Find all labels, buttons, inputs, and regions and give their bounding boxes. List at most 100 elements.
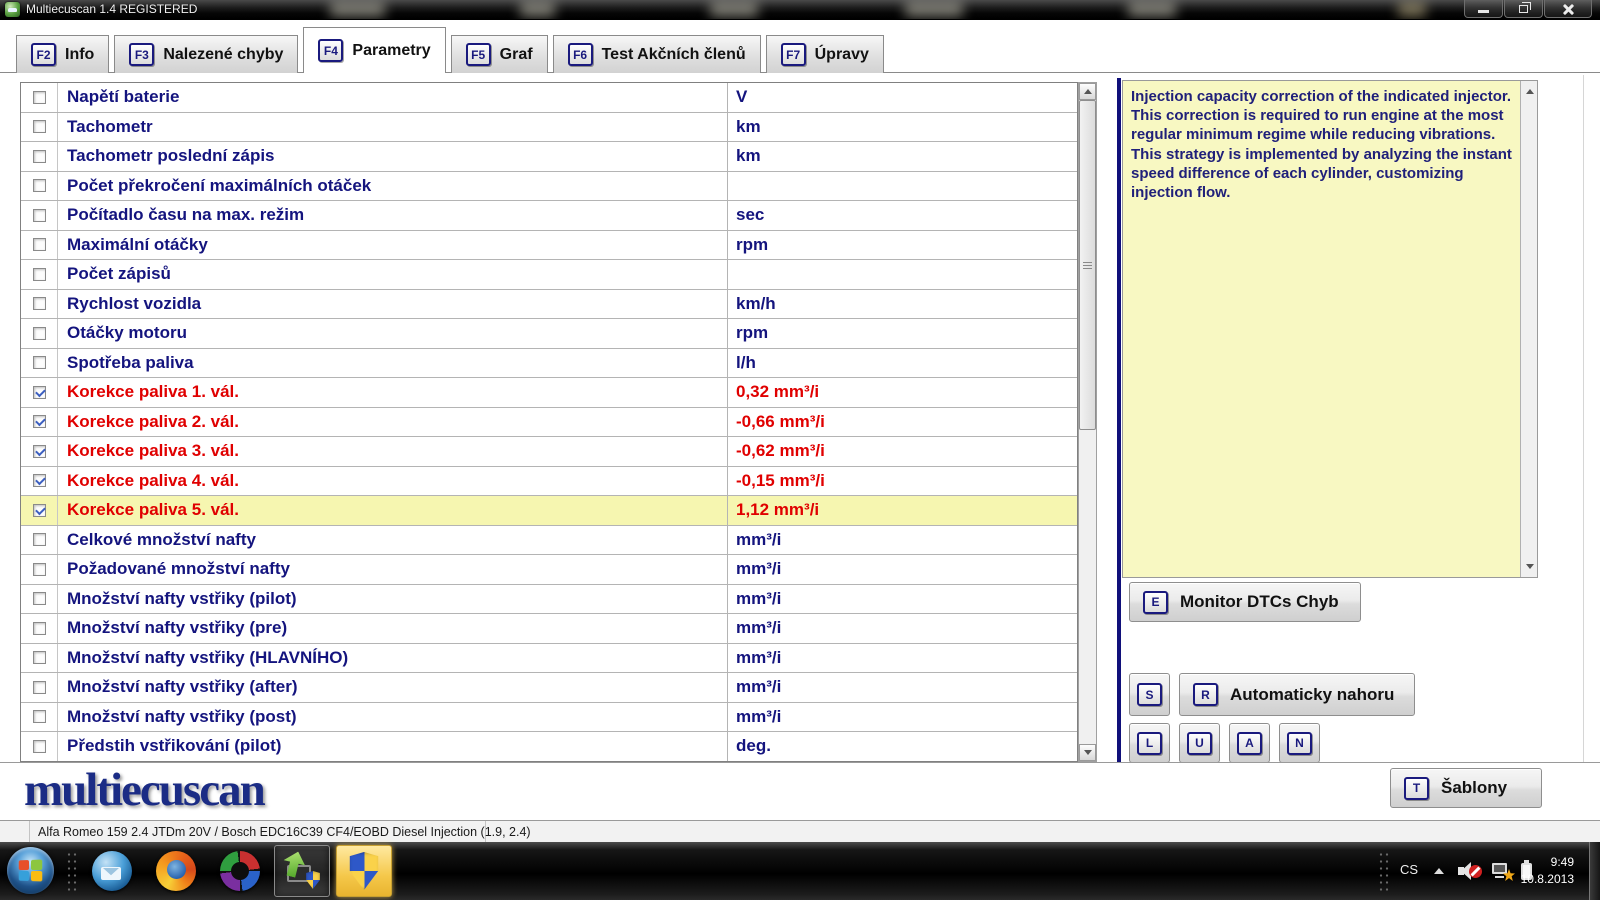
- checkbox-unchecked[interactable]: [33, 120, 46, 133]
- param-value: V: [727, 83, 1077, 112]
- scroll-down-icon[interactable]: [1079, 744, 1096, 761]
- checkbox-unchecked[interactable]: [33, 327, 46, 340]
- checkbox-unchecked[interactable]: [33, 563, 46, 576]
- checkbox-unchecked[interactable]: [33, 740, 46, 753]
- sablony-button[interactable]: T Šablony: [1390, 768, 1542, 808]
- checkbox-unchecked[interactable]: [33, 681, 46, 694]
- table-row[interactable]: Napětí baterieV: [21, 83, 1077, 113]
- volume-muted-icon[interactable]: [1458, 862, 1480, 880]
- table-row[interactable]: Množství nafty vstřiky (pilot)mm³/i: [21, 585, 1077, 615]
- taskbar-multiecuscan-button[interactable]: [336, 845, 392, 897]
- table-row[interactable]: Množství nafty vstřiky (pre)mm³/i: [21, 614, 1077, 644]
- table-row[interactable]: Požadované množství naftymm³/i: [21, 555, 1077, 585]
- table-row[interactable]: Korekce paliva 3. vál.-0,62 mm³/i: [21, 437, 1077, 467]
- checkbox-checked[interactable]: [33, 386, 46, 399]
- uac-shield-mini-icon: [305, 871, 321, 889]
- parameter-table: Napětí baterieVTachometrkmTachometr posl…: [20, 82, 1078, 762]
- taskbar-color-ring-button[interactable]: [212, 845, 268, 897]
- language-indicator[interactable]: CS: [1400, 862, 1418, 877]
- checkbox-unchecked[interactable]: [33, 297, 46, 310]
- s-button[interactable]: S: [1129, 673, 1170, 716]
- checkbox-unchecked[interactable]: [33, 533, 46, 546]
- tray-clock[interactable]: 9:49 10.8.2013: [1494, 854, 1574, 889]
- minimize-icon: [1478, 10, 1489, 13]
- checkbox-checked[interactable]: [33, 474, 46, 487]
- close-button[interactable]: [1544, 0, 1592, 18]
- n-button[interactable]: N: [1279, 723, 1320, 763]
- param-name: Množství nafty vstřiky (post): [58, 703, 727, 732]
- param-value: mm³/i: [727, 673, 1077, 702]
- checkbox-unchecked[interactable]: [33, 268, 46, 281]
- table-row[interactable]: Množství nafty vstřiky (post)mm³/i: [21, 703, 1077, 733]
- show-desktop-button[interactable]: [1589, 842, 1600, 900]
- tab-label: Úpravy: [815, 46, 869, 64]
- scroll-up-icon[interactable]: [1521, 83, 1538, 100]
- param-value: sec: [727, 201, 1077, 230]
- app-icon: [5, 2, 20, 17]
- scroll-up-icon[interactable]: [1079, 83, 1096, 100]
- tab-nalezene-chyby[interactable]: F3Nalezené chyby: [114, 35, 298, 73]
- tab-info[interactable]: F2Info: [16, 35, 109, 73]
- tab-graf[interactable]: F5Graf: [451, 35, 548, 73]
- taskbar-firefox-button[interactable]: [148, 845, 204, 897]
- table-row[interactable]: Maximální otáčkyrpm: [21, 231, 1077, 261]
- checkbox-checked[interactable]: [33, 504, 46, 517]
- checkbox-unchecked[interactable]: [33, 238, 46, 251]
- table-scrollbar[interactable]: [1078, 82, 1097, 762]
- start-button[interactable]: [7, 847, 54, 894]
- restore-button[interactable]: [1504, 0, 1543, 18]
- table-row[interactable]: Množství nafty vstřiky (after)mm³/i: [21, 673, 1077, 703]
- aero-glare: [710, 2, 758, 17]
- description-text: Injection capacity correction of the ind…: [1131, 87, 1513, 202]
- table-row[interactable]: Spotřeba palival/h: [21, 349, 1077, 379]
- table-row[interactable]: Množství nafty vstřiky (HLAVNÍHO)mm³/i: [21, 644, 1077, 674]
- tab-parametry[interactable]: F4Parametry: [303, 27, 445, 73]
- l-button[interactable]: L: [1129, 723, 1170, 763]
- taskbar-grip: [66, 851, 78, 891]
- scrollbar-thumb[interactable]: [1079, 100, 1096, 430]
- monitor-dtcs-button[interactable]: E Monitor DTCs Chyb: [1129, 582, 1361, 622]
- tab-test-akcnich-clenu[interactable]: F6Test Akčních členů: [553, 35, 761, 73]
- checkbox-unchecked[interactable]: [33, 179, 46, 192]
- checkbox-unchecked[interactable]: [33, 356, 46, 369]
- tab-upravy[interactable]: F7Úpravy: [766, 35, 884, 73]
- table-row[interactable]: Korekce paliva 1. vál.0,32 mm³/i: [21, 378, 1077, 408]
- table-row[interactable]: Počet překročení maximálních otáček: [21, 172, 1077, 202]
- titlebar: Multiecuscan 1.4 REGISTERED: [0, 0, 1600, 20]
- scroll-down-icon[interactable]: [1521, 558, 1538, 575]
- checkbox-unchecked[interactable]: [33, 592, 46, 605]
- table-row[interactable]: Tachometr poslední zápiskm: [21, 142, 1077, 172]
- checkbox-unchecked[interactable]: [33, 91, 46, 104]
- checkbox-unchecked[interactable]: [33, 150, 46, 163]
- table-row[interactable]: Korekce paliva 2. vál.-0,66 mm³/i: [21, 408, 1077, 438]
- checkbox-unchecked[interactable]: [33, 651, 46, 664]
- row-checkbox-cell: [21, 703, 58, 732]
- table-row[interactable]: Celkové množství naftymm³/i: [21, 526, 1077, 556]
- table-row[interactable]: Tachometrkm: [21, 113, 1077, 143]
- checkbox-unchecked[interactable]: [33, 209, 46, 222]
- checkbox-unchecked[interactable]: [33, 622, 46, 635]
- checkbox-checked[interactable]: [33, 415, 46, 428]
- u-button[interactable]: U: [1179, 723, 1220, 763]
- auto-top-button[interactable]: R Automaticky nahoru: [1179, 673, 1415, 716]
- table-row[interactable]: Korekce paliva 4. vál.-0,15 mm³/i: [21, 467, 1077, 497]
- table-row[interactable]: Předstih vstřikování (pilot)deg.: [21, 732, 1077, 762]
- hidden-icons-arrow[interactable]: [1434, 868, 1444, 874]
- checkbox-unchecked[interactable]: [33, 710, 46, 723]
- table-row[interactable]: Počet zápisů: [21, 260, 1077, 290]
- description-scrollbar[interactable]: [1520, 81, 1537, 577]
- aero-glare: [905, 2, 963, 17]
- param-name: Celkové množství nafty: [58, 526, 727, 555]
- param-value: mm³/i: [727, 614, 1077, 643]
- row-checkbox-cell: [21, 319, 58, 348]
- table-row[interactable]: Korekce paliva 5. vál.1,12 mm³/i: [21, 496, 1077, 526]
- parameter-description-panel: Injection capacity correction of the ind…: [1122, 80, 1538, 578]
- checkbox-checked[interactable]: [33, 445, 46, 458]
- taskbar-thunderbird-button[interactable]: [84, 845, 140, 897]
- table-row[interactable]: Otáčky motorurpm: [21, 319, 1077, 349]
- a-button[interactable]: A: [1229, 723, 1270, 763]
- table-row[interactable]: Rychlost vozidlakm/h: [21, 290, 1077, 320]
- taskbar-ecu-app-button[interactable]: [274, 845, 330, 897]
- table-row[interactable]: Počítadlo času na max. režimsec: [21, 201, 1077, 231]
- minimize-button[interactable]: [1464, 0, 1503, 18]
